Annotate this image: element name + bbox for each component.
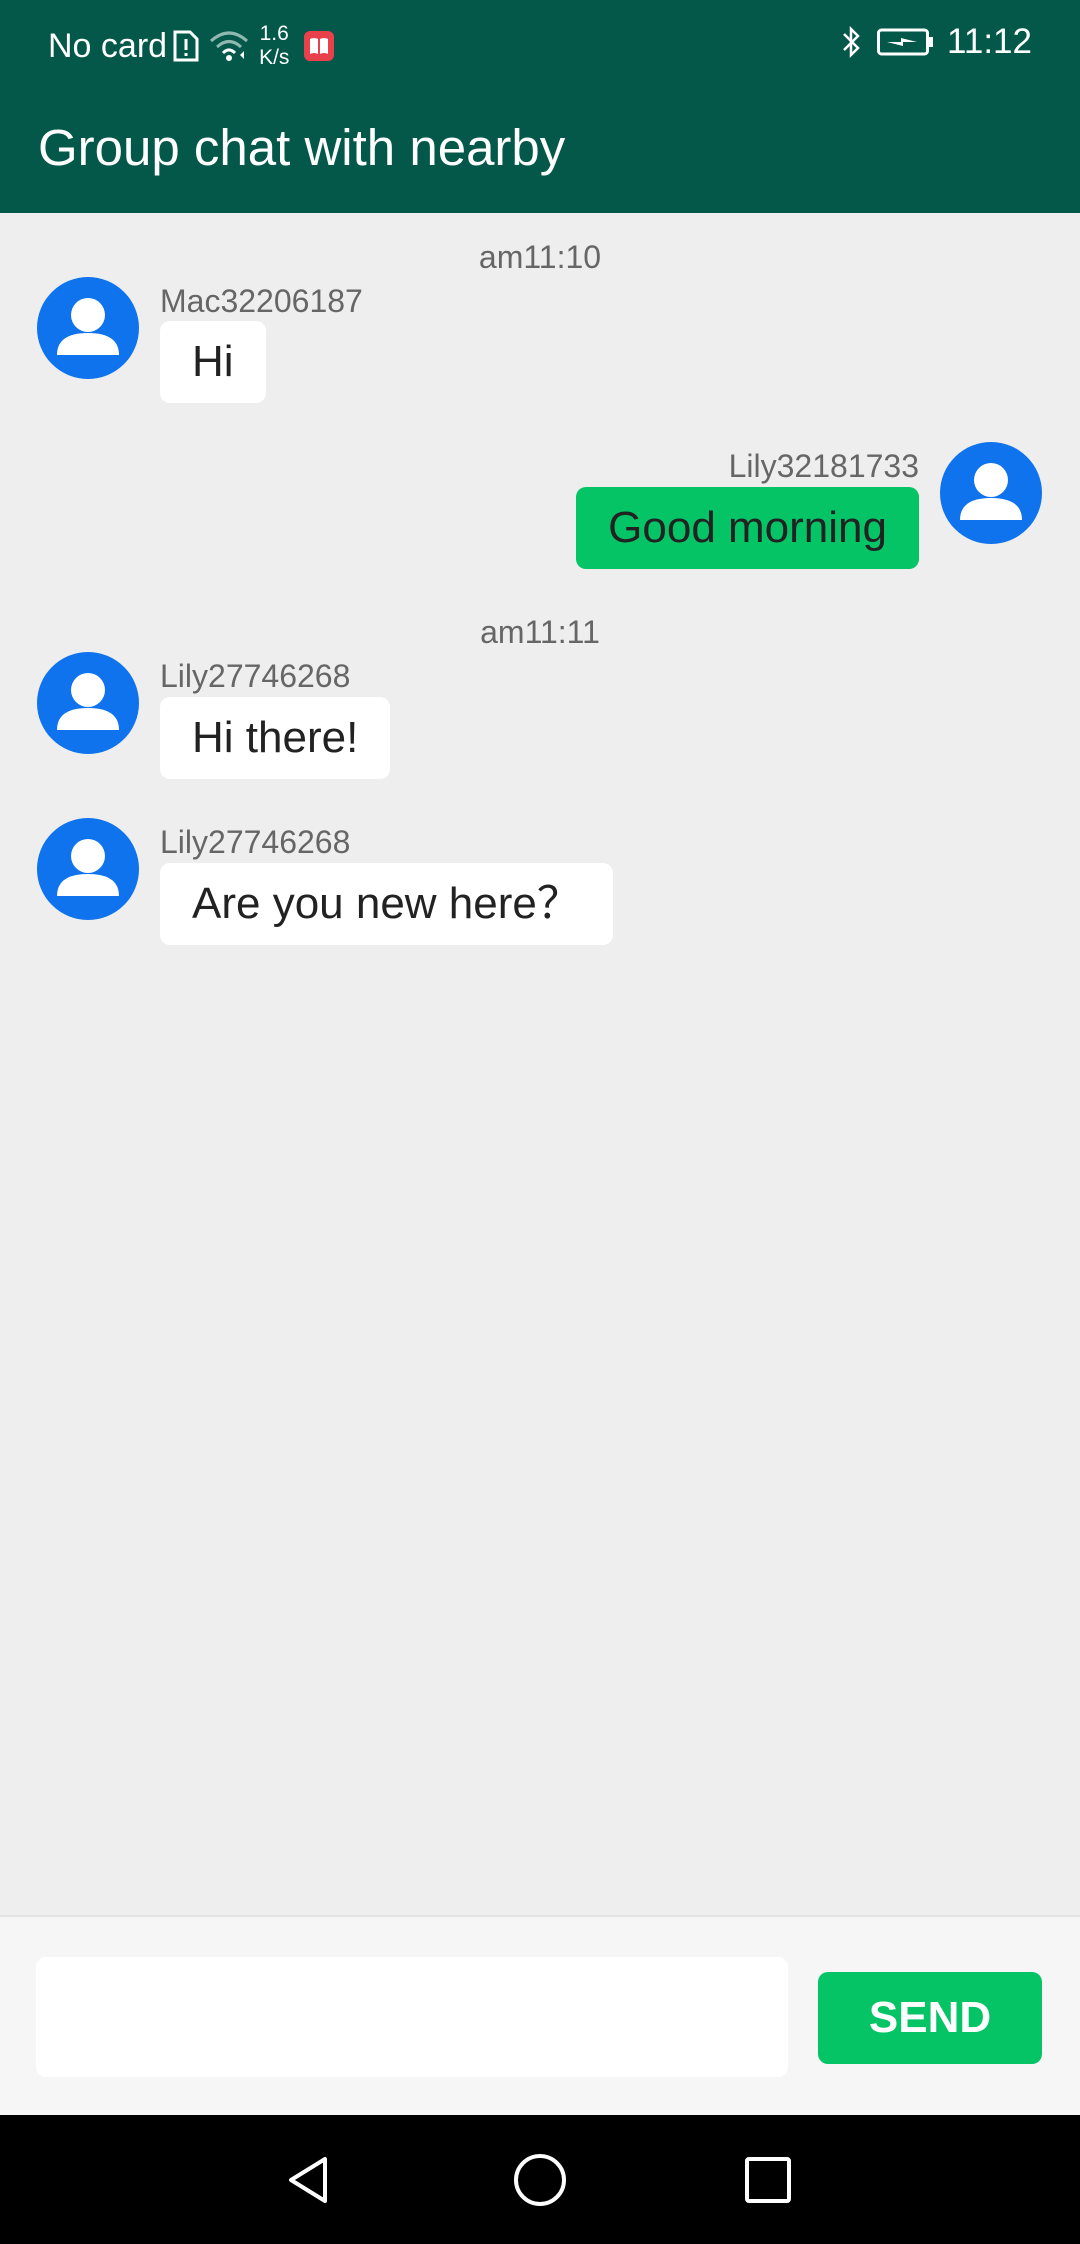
system-nav-bar <box>0 2115 1080 2244</box>
timestamp: am11:10 <box>478 239 602 275</box>
sender-name: Lily27746268 <box>160 658 351 694</box>
user-icon <box>960 463 1022 520</box>
recents-icon[interactable] <box>733 2145 803 2215</box>
user-icon <box>57 673 119 730</box>
status-bar: No card 1.6 K/s 11:12 <box>0 0 1080 86</box>
sender-name: Lily27746268 <box>160 824 351 860</box>
network-speed: 1.6 K/s <box>259 22 289 70</box>
battery-charging-icon <box>877 27 935 57</box>
message-bubble[interactable]: Are you new here？ <box>160 863 613 945</box>
notification-book-icon <box>303 30 335 62</box>
sim-alert-icon <box>173 30 199 62</box>
clock: 11:12 <box>947 22 1032 61</box>
composer-bar: SEND <box>0 1915 1080 2115</box>
network-speed-value: 1.6 <box>259 22 289 45</box>
avatar[interactable] <box>940 442 1042 544</box>
chat-message-list[interactable]: am11:10 Mac32206187 Hi Lily32181733 Good… <box>0 213 1080 1915</box>
page-title: Group chat with nearby <box>38 119 566 176</box>
avatar[interactable] <box>37 818 139 920</box>
send-button[interactable]: SEND <box>818 1972 1042 2064</box>
sender-name: Mac32206187 <box>160 283 363 319</box>
message-bubble[interactable]: Good morning <box>576 487 919 569</box>
sender-name: Lily32181733 <box>728 448 919 484</box>
back-icon[interactable] <box>275 2145 345 2215</box>
bluetooth-icon <box>841 25 863 59</box>
network-speed-unit: K/s <box>259 46 290 69</box>
wifi-icon <box>209 29 249 63</box>
app-bar: Group chat with nearby <box>0 86 1080 213</box>
carrier-label: No card <box>48 26 168 65</box>
user-icon <box>57 839 119 896</box>
message-bubble[interactable]: Hi there! <box>160 697 391 779</box>
avatar[interactable] <box>37 652 139 754</box>
message-input[interactable] <box>36 1957 788 2077</box>
timestamp: am11:11 <box>480 614 600 650</box>
home-icon[interactable] <box>505 2145 575 2215</box>
user-icon <box>57 298 119 355</box>
avatar[interactable] <box>37 277 139 379</box>
message-bubble[interactable]: Hi <box>160 321 266 403</box>
